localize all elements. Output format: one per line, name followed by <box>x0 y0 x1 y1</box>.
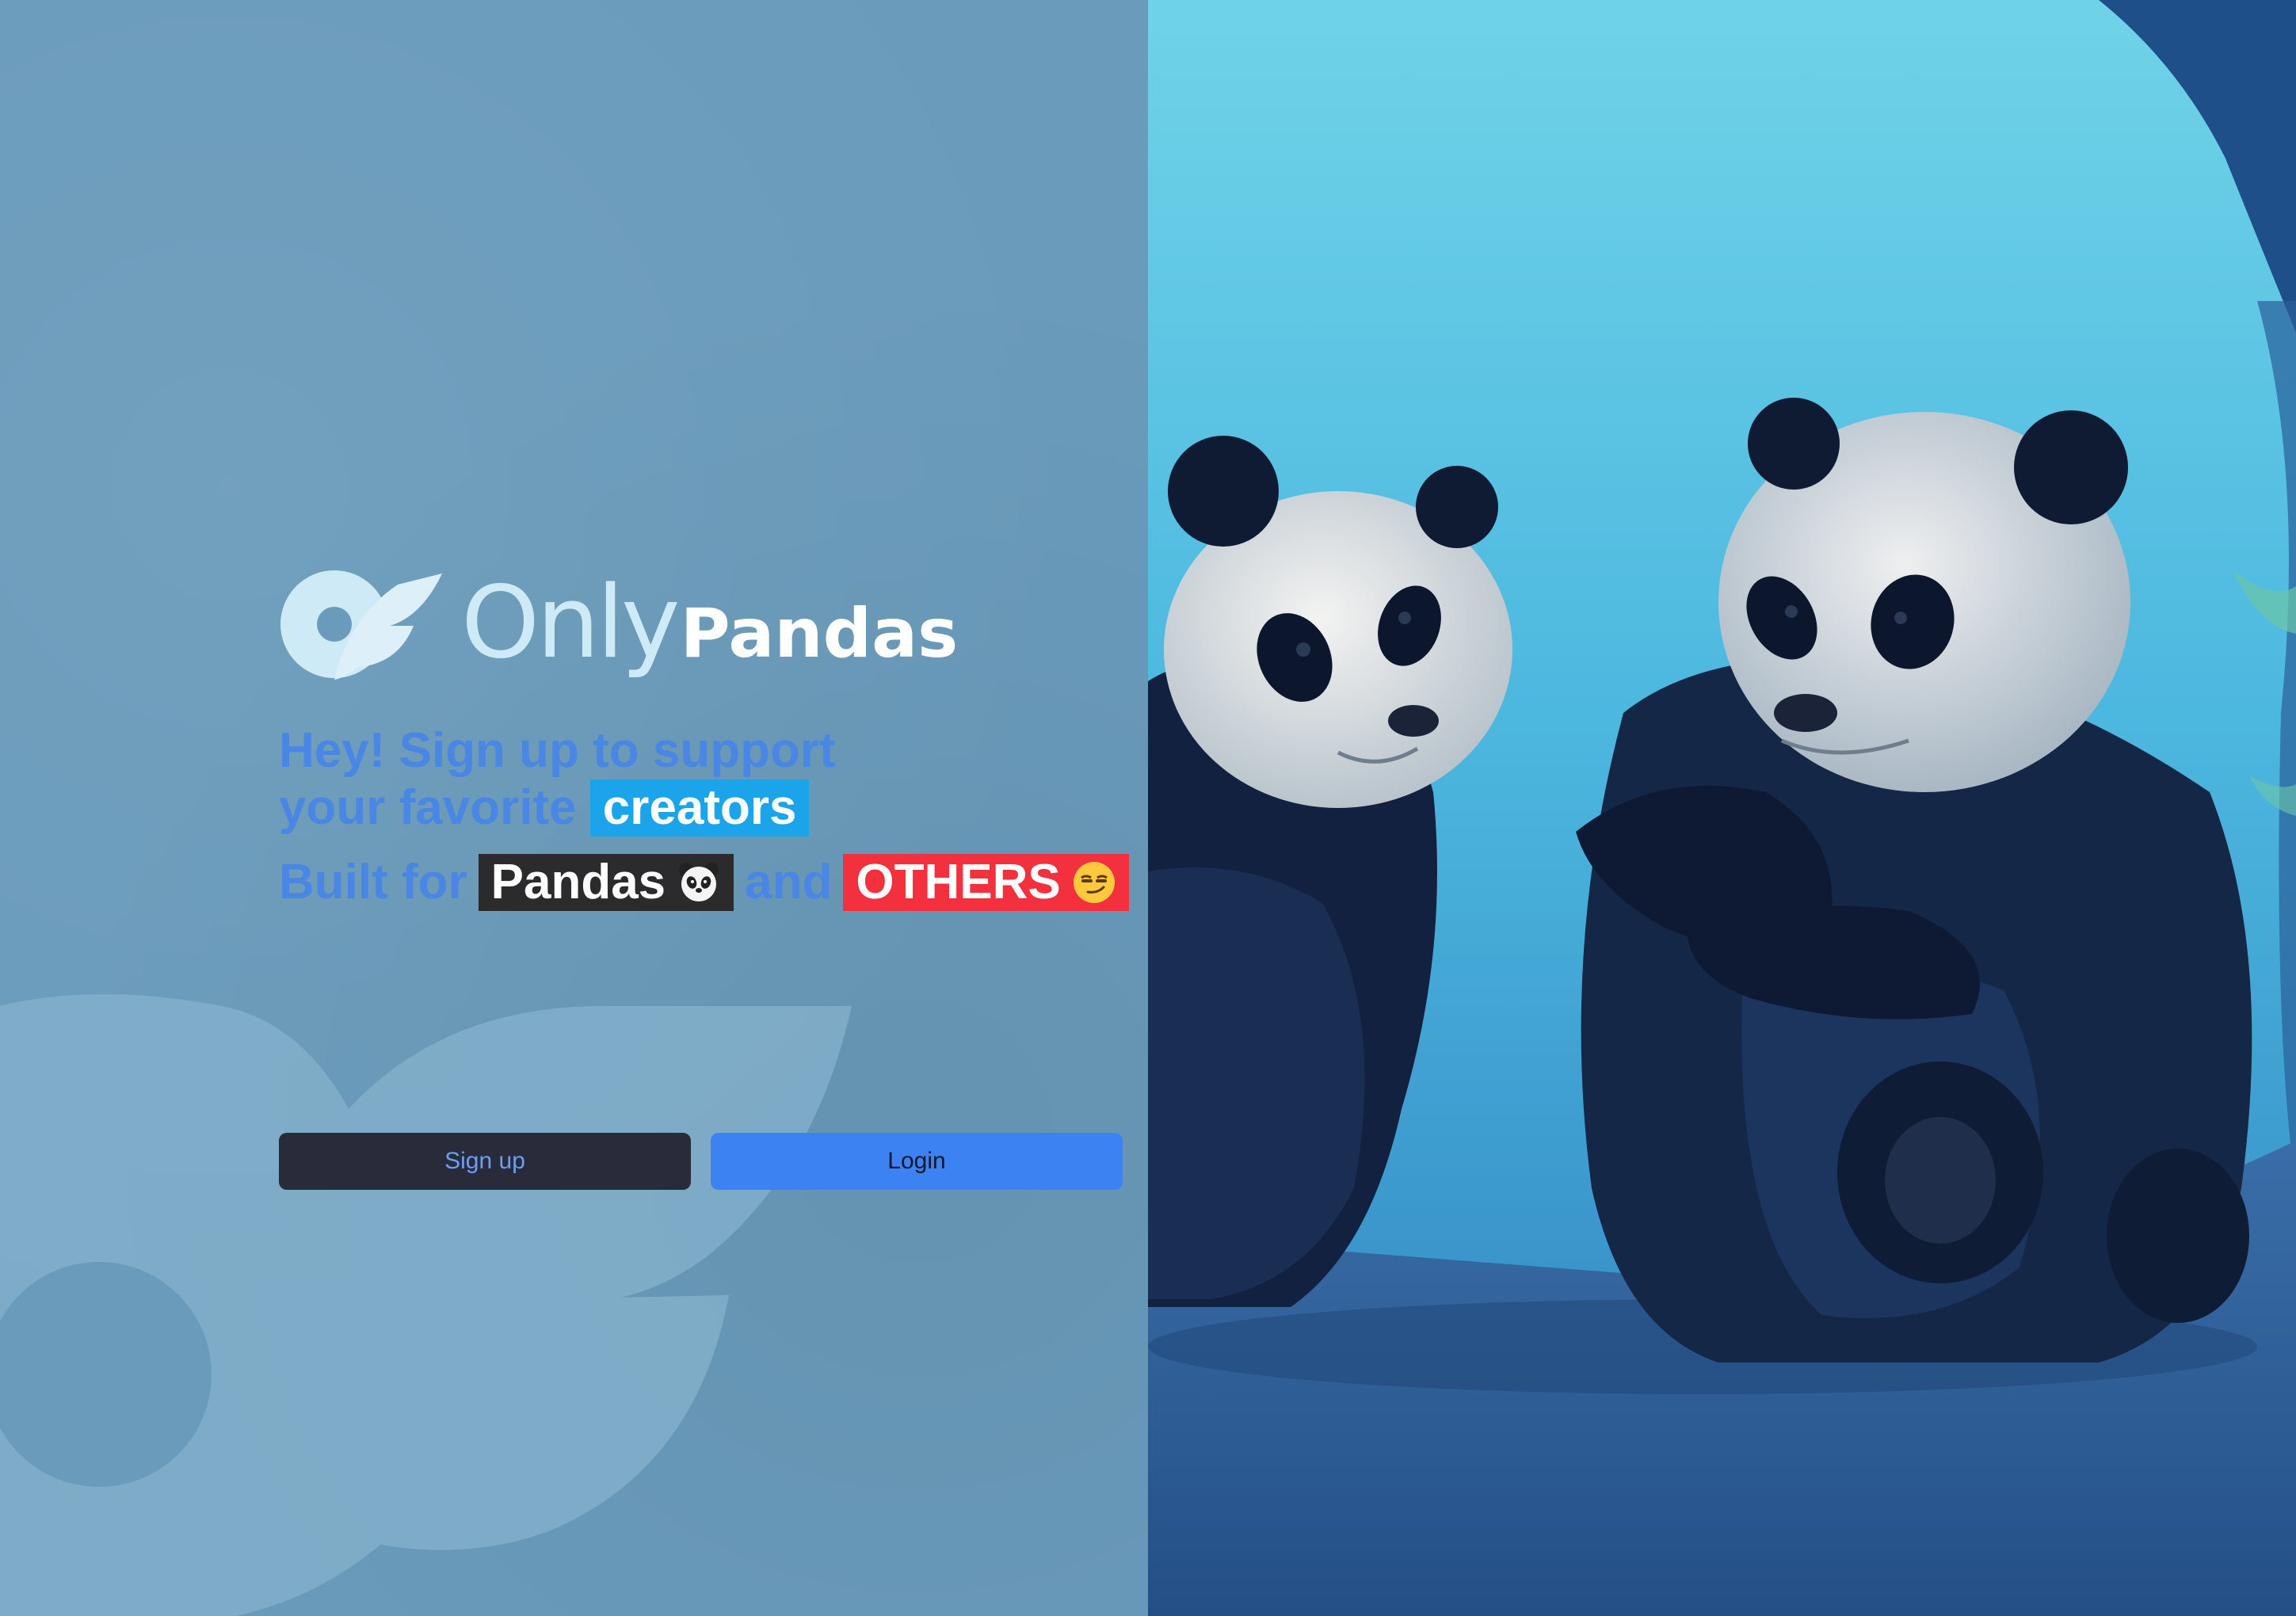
brand-wordmark: Only Pandas <box>461 564 958 680</box>
creators-highlight: creators <box>589 779 810 837</box>
hero-image <box>1148 0 2296 1616</box>
onlypandas-logo-icon <box>280 570 442 680</box>
brand-logo[interactable]: Only Pandas <box>279 564 960 686</box>
landing-screen: Only Pandas Hey! Sign up to support your… <box>0 0 2296 1616</box>
watermark-logo-icon <box>0 994 852 1616</box>
built-for-prefix: Built for <box>279 855 467 909</box>
pandas-highlight: Pandas <box>478 854 734 911</box>
tagline-line-2: your favorite creators <box>279 779 836 837</box>
signup-button[interactable]: Sign up <box>279 1133 691 1190</box>
brand-name-pandas: Pandas <box>680 594 959 673</box>
left-panel: Only Pandas Hey! Sign up to support your… <box>0 0 1148 1616</box>
login-button[interactable]: Login <box>711 1133 1123 1190</box>
others-highlight: OTHERS <box>843 854 1129 911</box>
built-for-line: Built for Pandas and OTHERS <box>279 854 1129 911</box>
pandas-highlight-text: Pandas <box>490 855 666 909</box>
two-pandas-photo-icon <box>1148 0 2296 1616</box>
tagline: Hey! Sign up to support your favorite cr… <box>279 722 836 837</box>
others-highlight-text: OTHERS <box>856 855 1061 909</box>
tagline-line-2-prefix: your favorite <box>279 780 577 835</box>
tagline-line-1: Hey! Sign up to support <box>279 723 836 778</box>
built-for-connector: and <box>745 855 833 909</box>
brand-name-only: Only <box>461 564 681 680</box>
smirking-face-icon <box>1073 862 1115 903</box>
panda-face-icon <box>679 863 719 901</box>
